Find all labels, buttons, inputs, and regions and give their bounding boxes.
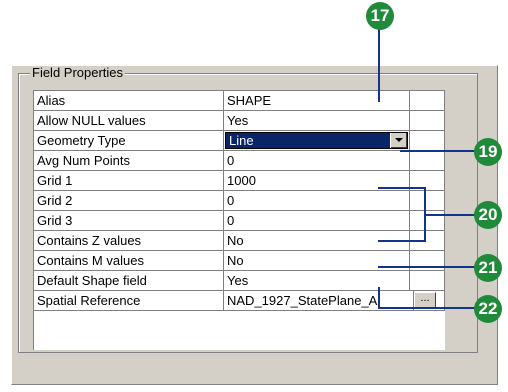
- table-row: Alias SHAPE: [34, 91, 446, 111]
- table-row: Default Shape field Yes: [34, 271, 446, 291]
- row-extra-cell: [410, 91, 445, 111]
- row-extra-cell: [410, 271, 445, 291]
- callout-badge-19: 19: [474, 138, 502, 166]
- property-name-contains-m: Contains M values: [34, 251, 224, 271]
- callout-21-leader: [378, 266, 482, 268]
- table-row: Contains M values No: [34, 251, 446, 271]
- row-extra-cell: [410, 151, 445, 171]
- properties-grid: Alias SHAPE Allow NULL values Yes Geomet…: [33, 90, 445, 350]
- property-name-allow-null: Allow NULL values: [34, 111, 224, 131]
- callout-badge-20: 20: [474, 201, 502, 229]
- callout-20-leader-bottom: [378, 240, 426, 242]
- property-value-avg-num-points[interactable]: 0: [224, 151, 410, 171]
- property-value-default-shape[interactable]: Yes: [224, 271, 410, 291]
- callout-badge-21: 21: [474, 254, 502, 282]
- callout-19-leader: [400, 150, 482, 152]
- table-row: Grid 2 0: [34, 191, 446, 211]
- property-value-alias[interactable]: SHAPE: [224, 91, 410, 111]
- property-value-allow-null[interactable]: Yes: [224, 111, 410, 131]
- table-row: Allow NULL values Yes: [34, 111, 446, 131]
- geometry-type-selected[interactable]: Line: [227, 133, 389, 148]
- chevron-down-icon: [395, 138, 403, 142]
- callout-badge-22: 22: [474, 295, 502, 323]
- property-name-alias: Alias: [34, 91, 224, 111]
- property-name-geometry-type: Geometry Type: [34, 131, 224, 151]
- property-value-grid-2[interactable]: 0: [224, 191, 410, 211]
- callout-22-leader-horizontal: [378, 307, 482, 309]
- property-name-grid-3: Grid 3: [34, 211, 224, 231]
- property-name-contains-z: Contains Z values: [34, 231, 224, 251]
- dropdown-button[interactable]: [390, 133, 407, 148]
- callout-22-leader-vertical: [378, 287, 380, 309]
- row-extra-cell: [410, 111, 445, 131]
- property-name-default-shape: Default Shape field: [34, 271, 224, 291]
- row-extra-cell: [410, 131, 445, 151]
- property-name-spatial-reference: Spatial Reference: [34, 291, 224, 311]
- property-name-avg-num-points: Avg Num Points: [34, 151, 224, 171]
- property-name-grid-2: Grid 2: [34, 191, 224, 211]
- group-title: Field Properties: [30, 65, 126, 80]
- callout-20-leader-top: [378, 187, 426, 189]
- table-row: Geometry Type Line: [34, 131, 446, 151]
- row-extra-cell: [410, 251, 445, 271]
- table-row: Grid 3 0: [34, 211, 446, 231]
- callout-badge-17: 17: [366, 2, 394, 30]
- property-value-contains-m[interactable]: No: [224, 251, 410, 271]
- callout-17-leader: [378, 28, 380, 102]
- property-name-grid-1: Grid 1: [34, 171, 224, 191]
- table-row: Avg Num Points 0: [34, 151, 446, 171]
- property-value-grid-3[interactable]: 0: [224, 211, 410, 231]
- geometry-type-dropdown[interactable]: Line: [225, 132, 408, 149]
- row-extra-cell: [410, 191, 445, 211]
